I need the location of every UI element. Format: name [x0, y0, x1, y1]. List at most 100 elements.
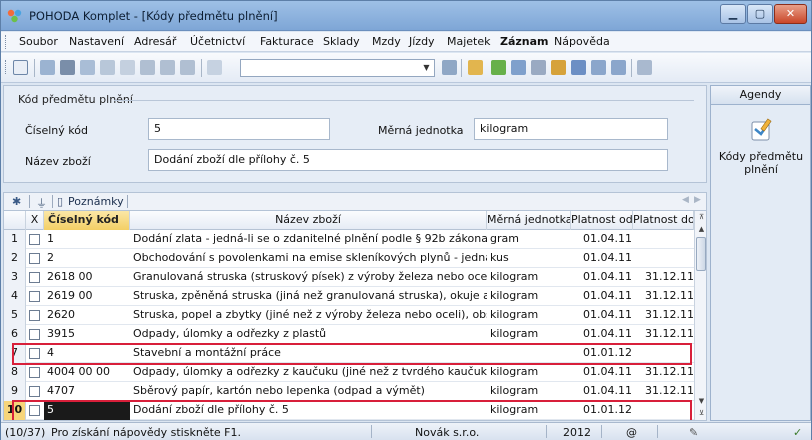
- preview-icon[interactable]: [40, 60, 55, 75]
- copy-icon[interactable]: [100, 60, 115, 75]
- pencil-document-icon[interactable]: [749, 117, 775, 143]
- cell-name: Dodání zlata - jedná-li se o zdanitelné …: [133, 232, 487, 245]
- scroll-down-icon[interactable]: ▼: [695, 395, 706, 407]
- refresh-icon[interactable]: [491, 60, 506, 75]
- row-checkbox[interactable]: [29, 272, 40, 283]
- row-checkbox[interactable]: [29, 329, 40, 340]
- cell-unit: kus: [490, 251, 509, 264]
- chevron-right-icon[interactable]: ▶: [694, 195, 701, 205]
- check-circle-icon[interactable]: ✓: [793, 426, 802, 439]
- row-checkbox[interactable]: [29, 291, 40, 302]
- row-checkbox[interactable]: [29, 253, 40, 264]
- panel-icon[interactable]: [611, 60, 626, 75]
- table-row[interactable]: 4 2619 00 Struska, zpěněná struska (jiná n…: [4, 287, 694, 306]
- row-number: 1: [4, 230, 26, 249]
- menu-ucetnictvi[interactable]: Účetnictví: [190, 35, 245, 48]
- menu-zaznam[interactable]: Záznam: [500, 35, 549, 48]
- app-window: POHODA Komplet - [Kódy předmětu plnění] …: [0, 0, 812, 440]
- scroll-thumb[interactable]: [696, 237, 706, 271]
- table-row[interactable]: 3 2618 00 Granulovaná struska (struskový p…: [4, 268, 694, 287]
- list-icon[interactable]: [571, 60, 586, 75]
- cell-name: Odpady, úlomky a odřezky z kaučuku (jiné…: [133, 365, 487, 378]
- cell-name: Dodání zboží dle přílohy č. 5: [133, 403, 289, 416]
- menu-fakturace[interactable]: Fakturace: [260, 35, 314, 48]
- header-valid-from[interactable]: Platnost od: [571, 211, 633, 230]
- grid-header: X Číselný kód Název zboží Měrná jednotka…: [4, 211, 694, 230]
- cell-code: 2619 00: [47, 289, 93, 302]
- table-row[interactable]: 8 4004 00 00 Odpady, úlomky a odřezky z ka…: [4, 363, 694, 382]
- delete-icon[interactable]: [180, 60, 195, 75]
- agenda-icon[interactable]: [13, 60, 28, 75]
- title-bar[interactable]: POHODA Komplet - [Kódy předmětu plnění] …: [1, 1, 811, 31]
- form-legend-line: [114, 100, 694, 101]
- window-icon[interactable]: [591, 60, 606, 75]
- grid-scrollbar[interactable]: ⊼ ▲ ▼ ⊻: [694, 211, 706, 420]
- menu-adresar[interactable]: Adresář: [134, 35, 176, 48]
- table-row[interactable]: 7 4 Stavební a montážní práce 01.01.12: [4, 344, 694, 363]
- scroll-bottom-icon[interactable]: ⊻: [695, 407, 706, 419]
- calculator-icon[interactable]: [531, 60, 546, 75]
- print-icon[interactable]: [60, 60, 75, 75]
- row-checkbox[interactable]: [29, 405, 40, 416]
- cell-unit: kilogram: [490, 403, 539, 416]
- agenda-item-label[interactable]: Kódy předmětu plnění: [715, 150, 807, 176]
- chevron-left-icon[interactable]: ◀: [682, 195, 689, 205]
- report-icon[interactable]: [468, 60, 483, 75]
- header-name[interactable]: Název zboží: [130, 211, 487, 230]
- row-checkbox[interactable]: [29, 310, 40, 321]
- scroll-top-icon[interactable]: ⊼: [695, 211, 706, 223]
- email-icon[interactable]: @: [626, 426, 637, 439]
- accounting-year: 2012: [563, 426, 591, 439]
- cell-unit: kilogram: [490, 365, 539, 378]
- help-icon[interactable]: [637, 60, 652, 75]
- filter-icon[interactable]: [442, 60, 457, 75]
- code-field[interactable]: 5: [148, 118, 330, 140]
- row-number: 10: [4, 401, 26, 420]
- unit-field[interactable]: kilogram: [474, 118, 668, 140]
- header-code[interactable]: Číselný kód: [44, 211, 130, 230]
- search-icon[interactable]: [80, 60, 95, 75]
- menu-nastaveni[interactable]: Nastavení: [69, 35, 124, 48]
- menu-jizdy[interactable]: Jízdy: [409, 35, 435, 48]
- cell-valid-to: 31.12.11: [645, 270, 694, 283]
- table-row[interactable]: 1 1 Dodání zlata - jedná-li se o zdaniteln…: [4, 230, 694, 249]
- menu-sklady[interactable]: Sklady: [323, 35, 360, 48]
- row-checkbox[interactable]: [29, 386, 40, 397]
- close-button[interactable]: ✕: [774, 4, 807, 24]
- table-row[interactable]: 9 4707 Sběrový papír, kartón nebo lepenka …: [4, 382, 694, 401]
- table-row[interactable]: 6 3915 Odpady, úlomky a odřezky z plastů ki…: [4, 325, 694, 344]
- save-as-icon[interactable]: [160, 60, 175, 75]
- bookmark-icon[interactable]: ✱: [12, 195, 21, 208]
- table-row[interactable]: 2 2 Obchodování s povolenkami na emise skl…: [4, 249, 694, 268]
- scroll-up-icon[interactable]: ▲: [695, 223, 706, 235]
- header-valid-to[interactable]: Platnost do: [633, 211, 694, 230]
- row-checkbox[interactable]: [29, 367, 40, 378]
- cell-valid-to: [633, 230, 694, 249]
- pencil-icon[interactable]: ✎: [689, 426, 698, 439]
- menu-majetek[interactable]: Majetek: [447, 35, 491, 48]
- header-unit[interactable]: Měrná jednotka: [487, 211, 571, 230]
- table-row[interactable]: 10 5 Dodání zboží dle přílohy č. 5 kilogram…: [4, 401, 694, 420]
- row-checkbox[interactable]: [29, 234, 40, 245]
- maximize-button[interactable]: ▢: [747, 4, 773, 24]
- table-row[interactable]: 5 2620 Struska, popel a zbytky (jiné než z…: [4, 306, 694, 325]
- menu-napoveda[interactable]: Nápověda: [554, 35, 610, 48]
- grid-toolbar-separator: [52, 195, 53, 208]
- save-icon[interactable]: [140, 60, 155, 75]
- chevron-down-icon[interactable]: ▼: [420, 61, 433, 75]
- menu-soubor[interactable]: Soubor: [19, 35, 58, 48]
- maximize-icon: ▢: [754, 7, 766, 20]
- confirm-icon[interactable]: [120, 60, 135, 75]
- clipboard-icon[interactable]: [207, 60, 222, 75]
- table-icon[interactable]: [511, 60, 526, 75]
- notes-tab[interactable]: Poznámky: [68, 195, 124, 208]
- minimize-button[interactable]: ▁: [720, 4, 746, 24]
- accounting-icon[interactable]: [551, 60, 566, 75]
- cell-code: 4707: [47, 384, 75, 397]
- row-checkbox[interactable]: [29, 348, 40, 359]
- filter-icon[interactable]: ⏚: [36, 195, 47, 211]
- header-x[interactable]: X: [26, 211, 44, 230]
- menu-mzdy[interactable]: Mzdy: [372, 35, 401, 48]
- name-field[interactable]: Dodání zboží dle přílohy č. 5: [148, 149, 668, 171]
- toolbar-combo[interactable]: ▼: [240, 59, 435, 77]
